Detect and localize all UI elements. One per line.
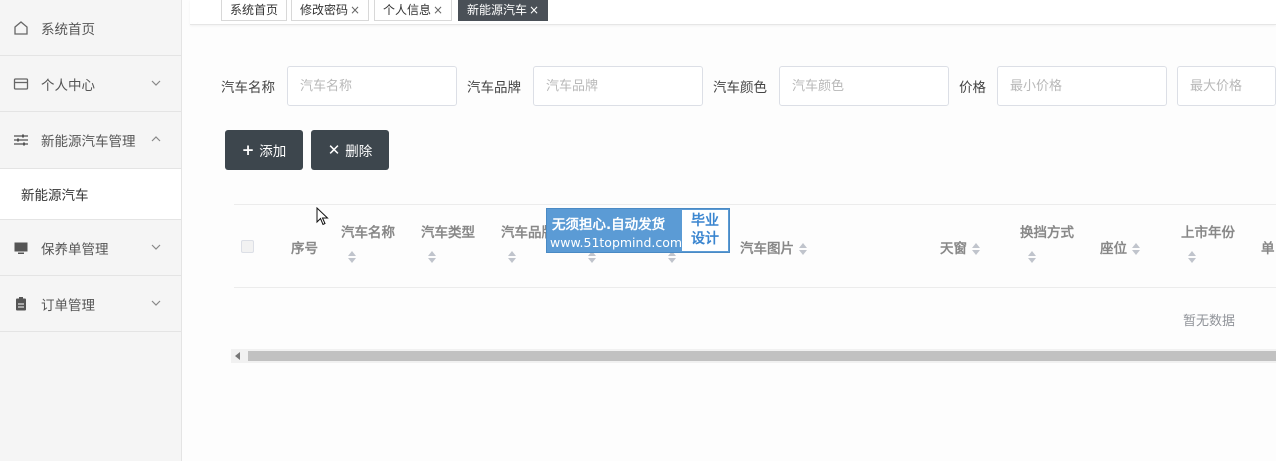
sidebar: 系统首页 个人中心 新能源汽车管理 新能源汽车 保养单管理 订单管理 <box>0 0 182 461</box>
chevron-down-icon <box>151 244 161 250</box>
watermark-box-line2: 设计 <box>691 231 719 247</box>
plus-icon: + <box>241 141 255 159</box>
card-icon <box>12 75 30 93</box>
column-label: 汽车图片 <box>740 241 794 257</box>
tab-label: 个人信息 <box>383 3 432 17</box>
watermark-box-line1: 毕业 <box>691 213 719 229</box>
delete-button[interactable]: ✕ 删除 <box>311 130 389 170</box>
price-label: 价格 <box>959 80 986 96</box>
column-label: 天窗 <box>940 241 967 257</box>
column-label: 单 <box>1261 241 1275 257</box>
sidebar-item-label: 新能源汽车管理 <box>41 134 136 150</box>
sort-icon[interactable] <box>798 243 807 255</box>
tab-label: 修改密码 <box>300 3 349 17</box>
car-name-input[interactable] <box>287 66 457 106</box>
column-header-truncated[interactable]: 单 <box>1261 237 1275 257</box>
watermark-line1: 无须担心.自动发货 <box>552 217 666 233</box>
close-icon[interactable]: × <box>529 3 539 17</box>
tab-label: 系统首页 <box>230 3 279 17</box>
tab-home[interactable]: 系统首页 <box>221 0 288 21</box>
close-icon[interactable]: × <box>433 3 443 17</box>
scroll-left-arrow-icon[interactable] <box>235 352 240 360</box>
monitor-icon <box>12 239 30 257</box>
column-header-car-image[interactable]: 汽车图片 <box>740 237 807 257</box>
car-color-input[interactable] <box>779 66 949 106</box>
car-brand-label: 汽车品牌 <box>467 80 521 96</box>
sort-icon[interactable] <box>348 251 356 263</box>
sidebar-item-personal-center[interactable]: 个人中心 <box>0 56 181 112</box>
column-header-index: 序号 <box>291 241 318 257</box>
sort-icon[interactable] <box>1131 243 1140 255</box>
empty-table-text: 暂无数据 <box>1183 314 1236 329</box>
chevron-down-icon <box>151 80 161 86</box>
sort-icon[interactable] <box>508 251 516 263</box>
sidebar-subitem-label: 新能源汽车 <box>21 188 89 204</box>
tab-ev[interactable]: 新能源汽车 × <box>458 0 549 21</box>
sort-icon[interactable] <box>428 251 436 263</box>
car-name-label: 汽车名称 <box>221 80 275 96</box>
chevron-down-icon <box>151 300 161 306</box>
watermark-banner: 无须担心.自动发货 www.51topmind.com 毕业 设计 <box>546 208 730 253</box>
watermark-line2: www.51topmind.com <box>550 235 683 250</box>
sliders-icon <box>12 131 30 149</box>
tab-personal-info[interactable]: 个人信息 × <box>374 0 453 21</box>
add-button[interactable]: + 添加 <box>225 130 303 170</box>
column-label: 上市年份 <box>1181 225 1235 241</box>
car-brand-input[interactable] <box>533 66 703 106</box>
sort-icon[interactable] <box>1188 251 1196 263</box>
sort-icon[interactable] <box>1028 251 1036 263</box>
home-icon <box>12 19 30 37</box>
max-price-input[interactable] <box>1177 66 1276 106</box>
column-header-launch-year[interactable]: 上市年份 <box>1181 221 1235 241</box>
select-all-checkbox[interactable] <box>241 240 254 253</box>
min-price-input[interactable] <box>997 66 1167 106</box>
sidebar-item-label: 保养单管理 <box>41 241 109 258</box>
column-header-transmission[interactable]: 换挡方式 <box>1020 221 1074 241</box>
sidebar-item-label: 订单管理 <box>41 297 95 314</box>
sidebar-item-maintenance[interactable]: 保养单管理 <box>0 220 181 276</box>
mouse-cursor-icon <box>316 207 329 226</box>
column-header-sunroof[interactable]: 天窗 <box>940 237 980 257</box>
column-label: 汽车名称 <box>341 225 395 241</box>
close-icon: ✕ <box>327 141 341 159</box>
column-header-seats[interactable]: 座位 <box>1100 237 1140 257</box>
column-header-car-type[interactable]: 汽车类型 <box>421 221 475 241</box>
close-icon[interactable]: × <box>350 3 360 17</box>
tab-label: 新能源汽车 <box>467 3 528 17</box>
clipboard-icon <box>12 295 30 313</box>
column-label: 汽车类型 <box>421 225 475 241</box>
table-header: 序号 汽车名称 汽车类型 汽车品牌 汽车图片 天窗 换挡方式 座位 上市年份 单 <box>234 204 1276 288</box>
watermark-box: 毕业 设计 <box>682 210 728 251</box>
sidebar-item-ev-management[interactable]: 新能源汽车管理 <box>0 112 181 169</box>
tab-bar: 系统首页 修改密码 × 个人信息 × 新能源汽车 × <box>190 0 1276 25</box>
tab-change-password[interactable]: 修改密码 × <box>291 0 370 21</box>
column-header-car-name[interactable]: 汽车名称 <box>341 221 395 241</box>
delete-button-label: 删除 <box>345 144 373 160</box>
car-color-label: 汽车颜色 <box>713 80 767 96</box>
add-button-label: 添加 <box>259 144 287 160</box>
sidebar-item-label: 个人中心 <box>41 77 95 94</box>
column-label: 换挡方式 <box>1020 225 1074 241</box>
sort-icon[interactable] <box>971 243 980 255</box>
horizontal-scrollbar[interactable] <box>231 349 1276 363</box>
sidebar-item-orders[interactable]: 订单管理 <box>0 276 181 332</box>
chevron-up-icon <box>151 136 161 142</box>
sidebar-item-label: 系统首页 <box>41 21 95 38</box>
sidebar-item-home[interactable]: 系统首页 <box>0 0 181 56</box>
sidebar-subitem-ev[interactable]: 新能源汽车 <box>0 169 181 220</box>
scrollbar-thumb[interactable] <box>248 351 1276 361</box>
column-label: 座位 <box>1100 241 1127 257</box>
